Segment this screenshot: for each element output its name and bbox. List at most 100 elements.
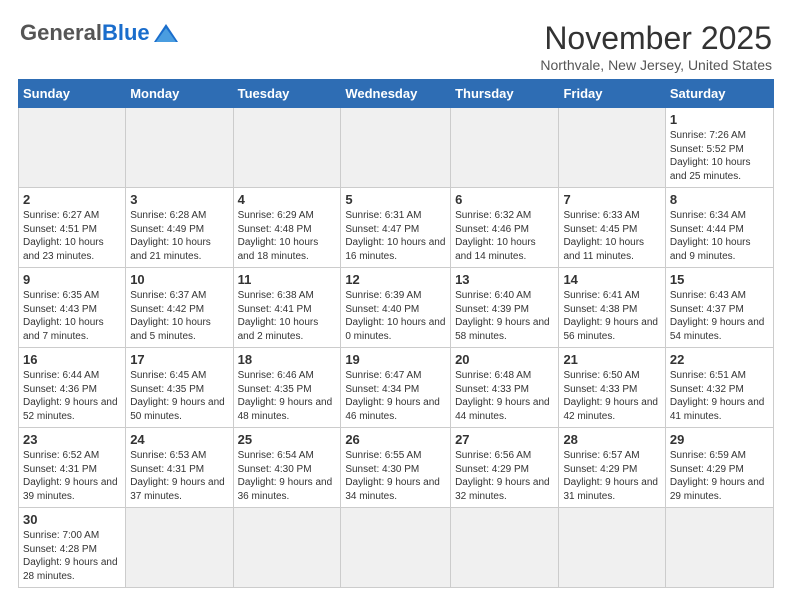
day-number: 26 (345, 432, 446, 447)
calendar-cell: 30 Sunrise: 7:00 AM Sunset: 4:28 PM Dayli… (19, 508, 126, 588)
calendar-cell (451, 508, 559, 588)
day-info: Sunrise: 6:51 AM Sunset: 4:32 PM Dayligh… (670, 369, 769, 423)
day-info: Sunrise: 6:55 AM Sunset: 4:30 PM Dayligh… (345, 449, 446, 503)
month-title: November 2025 (540, 20, 772, 57)
calendar-cell: 27Sunrise: 6:56 AM Sunset: 4:29 PM Dayli… (451, 428, 559, 508)
logo-blue-text: Blue (102, 20, 150, 46)
calendar-cell (233, 508, 341, 588)
calendar-table: SundayMondayTuesdayWednesdayThursdayFrid… (18, 79, 774, 588)
day-info: Sunrise: 6:56 AM Sunset: 4:29 PM Dayligh… (455, 449, 554, 503)
calendar-cell: 6 Sunrise: 6:32 AM Sunset: 4:46 PM Daylig… (451, 188, 559, 268)
day-info: Sunrise: 7:00 AM Sunset: 4:28 PM Dayligh… (23, 529, 121, 583)
header-day-thursday: Thursday (451, 80, 559, 108)
day-number: 18 (238, 352, 337, 367)
day-number: 17 (130, 352, 228, 367)
day-info: Sunrise: 6:27 AM Sunset: 4:51 PM Dayligh… (23, 209, 121, 263)
day-info: Sunrise: 6:33 AM Sunset: 4:45 PM Dayligh… (563, 209, 660, 263)
day-number: 15 (670, 272, 769, 287)
day-info: Sunrise: 6:40 AM Sunset: 4:39 PM Dayligh… (455, 289, 554, 343)
calendar-cell: 9Sunrise: 6:35 AM Sunset: 4:43 PM Daylig… (19, 268, 126, 348)
day-number: 9 (23, 272, 121, 287)
day-number: 20 (455, 352, 554, 367)
calendar-week-3: 16 Sunrise: 6:44 AM Sunset: 4:36 PM Dayli… (19, 348, 774, 428)
title-block: November 2025 Northvale, New Jersey, Uni… (540, 20, 772, 73)
calendar-cell: 8 Sunrise: 6:34 AM Sunset: 4:44 PM Daylig… (665, 188, 773, 268)
header-day-tuesday: Tuesday (233, 80, 341, 108)
day-number: 30 (23, 512, 121, 527)
calendar-week-2: 9Sunrise: 6:35 AM Sunset: 4:43 PM Daylig… (19, 268, 774, 348)
day-info: Sunrise: 6:37 AM Sunset: 4:42 PM Dayligh… (130, 289, 228, 343)
calendar-week-0: 1 Sunrise: 7:26 AM Sunset: 5:52 PM Daylig… (19, 108, 774, 188)
day-number: 6 (455, 192, 554, 207)
logo: General Blue (20, 20, 180, 46)
header-row: SundayMondayTuesdayWednesdayThursdayFrid… (19, 80, 774, 108)
calendar-header: SundayMondayTuesdayWednesdayThursdayFrid… (19, 80, 774, 108)
calendar-cell: 17 Sunrise: 6:45 AM Sunset: 4:35 PM Dayli… (126, 348, 233, 428)
calendar-cell (559, 508, 665, 588)
header-day-friday: Friday (559, 80, 665, 108)
day-number: 8 (670, 192, 769, 207)
page-header: General Blue November 2025 Northvale, Ne… (10, 10, 782, 79)
day-info: Sunrise: 7:26 AM Sunset: 5:52 PM Dayligh… (670, 129, 769, 183)
calendar-body: 1 Sunrise: 7:26 AM Sunset: 5:52 PM Daylig… (19, 108, 774, 588)
calendar-cell: 4Sunrise: 6:29 AM Sunset: 4:48 PM Daylig… (233, 188, 341, 268)
day-info: Sunrise: 6:50 AM Sunset: 4:33 PM Dayligh… (563, 369, 660, 423)
day-info: Sunrise: 6:39 AM Sunset: 4:40 PM Dayligh… (345, 289, 446, 343)
day-number: 19 (345, 352, 446, 367)
header-day-wednesday: Wednesday (341, 80, 451, 108)
day-info: Sunrise: 6:54 AM Sunset: 4:30 PM Dayligh… (238, 449, 337, 503)
day-number: 2 (23, 192, 121, 207)
calendar-cell: 26 Sunrise: 6:55 AM Sunset: 4:30 PM Dayli… (341, 428, 451, 508)
day-info: Sunrise: 6:52 AM Sunset: 4:31 PM Dayligh… (23, 449, 121, 503)
calendar-cell: 18Sunrise: 6:46 AM Sunset: 4:35 PM Dayli… (233, 348, 341, 428)
calendar-cell (19, 108, 126, 188)
day-info: Sunrise: 6:59 AM Sunset: 4:29 PM Dayligh… (670, 449, 769, 503)
day-number: 29 (670, 432, 769, 447)
calendar-cell: 16 Sunrise: 6:44 AM Sunset: 4:36 PM Dayli… (19, 348, 126, 428)
calendar-cell: 7 Sunrise: 6:33 AM Sunset: 4:45 PM Daylig… (559, 188, 665, 268)
day-info: Sunrise: 6:45 AM Sunset: 4:35 PM Dayligh… (130, 369, 228, 423)
day-info: Sunrise: 6:43 AM Sunset: 4:37 PM Dayligh… (670, 289, 769, 343)
day-number: 28 (563, 432, 660, 447)
day-number: 25 (238, 432, 337, 447)
day-number: 1 (670, 112, 769, 127)
calendar-cell: 23 Sunrise: 6:52 AM Sunset: 4:31 PM Dayli… (19, 428, 126, 508)
day-number: 7 (563, 192, 660, 207)
calendar-cell: 22Sunrise: 6:51 AM Sunset: 4:32 PM Dayli… (665, 348, 773, 428)
header-day-saturday: Saturday (665, 80, 773, 108)
logo-general-text: General (20, 20, 102, 46)
day-number: 5 (345, 192, 446, 207)
calendar-cell: 25 Sunrise: 6:54 AM Sunset: 4:30 PM Dayli… (233, 428, 341, 508)
day-number: 10 (130, 272, 228, 287)
calendar-cell (126, 508, 233, 588)
calendar-wrapper: SundayMondayTuesdayWednesdayThursdayFrid… (10, 79, 782, 596)
calendar-cell: 12Sunrise: 6:39 AM Sunset: 4:40 PM Dayli… (341, 268, 451, 348)
day-info: Sunrise: 6:53 AM Sunset: 4:31 PM Dayligh… (130, 449, 228, 503)
day-info: Sunrise: 6:57 AM Sunset: 4:29 PM Dayligh… (563, 449, 660, 503)
day-info: Sunrise: 6:29 AM Sunset: 4:48 PM Dayligh… (238, 209, 337, 263)
calendar-week-5: 30 Sunrise: 7:00 AM Sunset: 4:28 PM Dayli… (19, 508, 774, 588)
calendar-cell (341, 508, 451, 588)
calendar-week-1: 2 Sunrise: 6:27 AM Sunset: 4:51 PM Daylig… (19, 188, 774, 268)
day-info: Sunrise: 6:48 AM Sunset: 4:33 PM Dayligh… (455, 369, 554, 423)
day-info: Sunrise: 6:34 AM Sunset: 4:44 PM Dayligh… (670, 209, 769, 263)
calendar-cell: 20 Sunrise: 6:48 AM Sunset: 4:33 PM Dayli… (451, 348, 559, 428)
calendar-cell: 15 Sunrise: 6:43 AM Sunset: 4:37 PM Dayli… (665, 268, 773, 348)
day-info: Sunrise: 6:32 AM Sunset: 4:46 PM Dayligh… (455, 209, 554, 263)
calendar-week-4: 23 Sunrise: 6:52 AM Sunset: 4:31 PM Dayli… (19, 428, 774, 508)
day-number: 13 (455, 272, 554, 287)
logo-icon (152, 22, 180, 44)
header-day-sunday: Sunday (19, 80, 126, 108)
calendar-cell (126, 108, 233, 188)
day-info: Sunrise: 6:38 AM Sunset: 4:41 PM Dayligh… (238, 289, 337, 343)
day-info: Sunrise: 6:47 AM Sunset: 4:34 PM Dayligh… (345, 369, 446, 423)
calendar-cell (341, 108, 451, 188)
day-number: 16 (23, 352, 121, 367)
location-subtitle: Northvale, New Jersey, United States (540, 57, 772, 73)
day-info: Sunrise: 6:41 AM Sunset: 4:38 PM Dayligh… (563, 289, 660, 343)
calendar-cell: 28 Sunrise: 6:57 AM Sunset: 4:29 PM Dayli… (559, 428, 665, 508)
calendar-cell: 5Sunrise: 6:31 AM Sunset: 4:47 PM Daylig… (341, 188, 451, 268)
day-number: 23 (23, 432, 121, 447)
day-info: Sunrise: 6:44 AM Sunset: 4:36 PM Dayligh… (23, 369, 121, 423)
day-number: 24 (130, 432, 228, 447)
